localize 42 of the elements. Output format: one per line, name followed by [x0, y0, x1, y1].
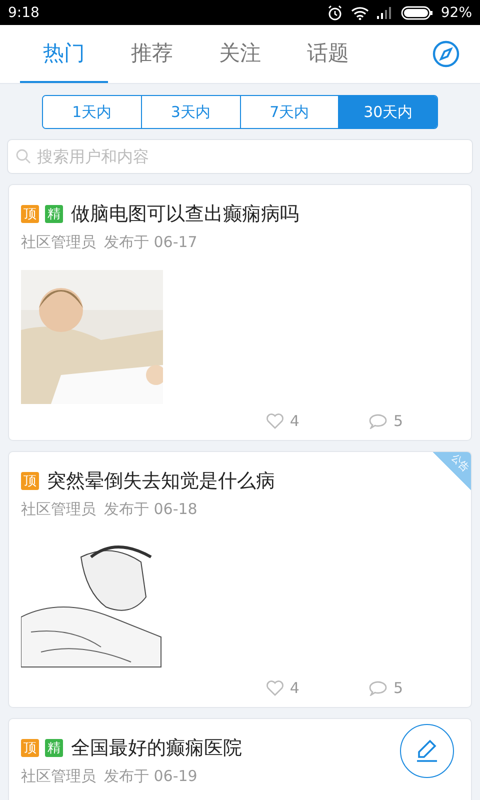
- post-title: 突然晕倒失去知觉是什么病: [47, 469, 275, 494]
- post-card[interactable]: 公告 顶 突然晕倒失去知觉是什么病 社区管理员 发布于 06-18 4 5: [8, 451, 472, 708]
- notice-ribbon: 公告: [433, 452, 471, 490]
- like-count: 4: [290, 679, 300, 697]
- pinned-tag: 顶: [21, 739, 39, 757]
- post-author: 社区管理员: [21, 233, 96, 252]
- clock-time: 9:18: [8, 4, 40, 20]
- post-card[interactable]: 顶 精 全国最好的癫痫医院 社区管理员 发布于 06-19: [8, 718, 472, 800]
- featured-tag: 精: [45, 739, 63, 757]
- heart-icon[interactable]: [266, 680, 284, 696]
- tab[interactable]: 热门: [20, 25, 108, 83]
- period-tab[interactable]: 30天内: [339, 96, 437, 128]
- comment-icon[interactable]: [369, 413, 388, 429]
- comment-count: 5: [393, 679, 403, 697]
- post-author: 社区管理员: [21, 500, 96, 519]
- battery-percent: 92%: [440, 4, 472, 20]
- compass-icon[interactable]: [432, 40, 460, 68]
- tab[interactable]: 话题: [284, 25, 372, 83]
- post-title: 做脑电图可以查出癫痫病吗: [71, 202, 299, 227]
- alarm-icon: [326, 4, 343, 20]
- battery-icon: [400, 6, 433, 20]
- pinned-tag: 顶: [21, 205, 39, 223]
- post-date: 发布于 06-19: [104, 767, 198, 786]
- post-card[interactable]: 顶 精 做脑电图可以查出癫痫病吗 社区管理员 发布于 06-17 4 5: [8, 184, 472, 441]
- comment-count: 5: [393, 412, 403, 430]
- post-title: 全国最好的癫痫医院: [71, 736, 242, 761]
- pinned-tag: 顶: [21, 472, 39, 490]
- period-tab[interactable]: 1天内: [43, 96, 142, 128]
- comment-icon[interactable]: [369, 680, 388, 696]
- signal-icon: [376, 6, 393, 18]
- tab[interactable]: 关注: [196, 25, 284, 83]
- post-author: 社区管理员: [21, 767, 96, 786]
- post-date: 发布于 06-17: [104, 233, 198, 252]
- search-icon: [15, 148, 31, 164]
- post-date: 发布于 06-18: [104, 500, 198, 519]
- like-count: 4: [290, 412, 300, 430]
- featured-tag: 精: [45, 205, 63, 223]
- wifi-icon: [350, 6, 369, 20]
- tab[interactable]: 推荐: [108, 25, 196, 83]
- heart-icon[interactable]: [266, 413, 284, 429]
- search-field[interactable]: 搜索用户和内容: [7, 139, 473, 174]
- pencil-icon: [414, 738, 440, 764]
